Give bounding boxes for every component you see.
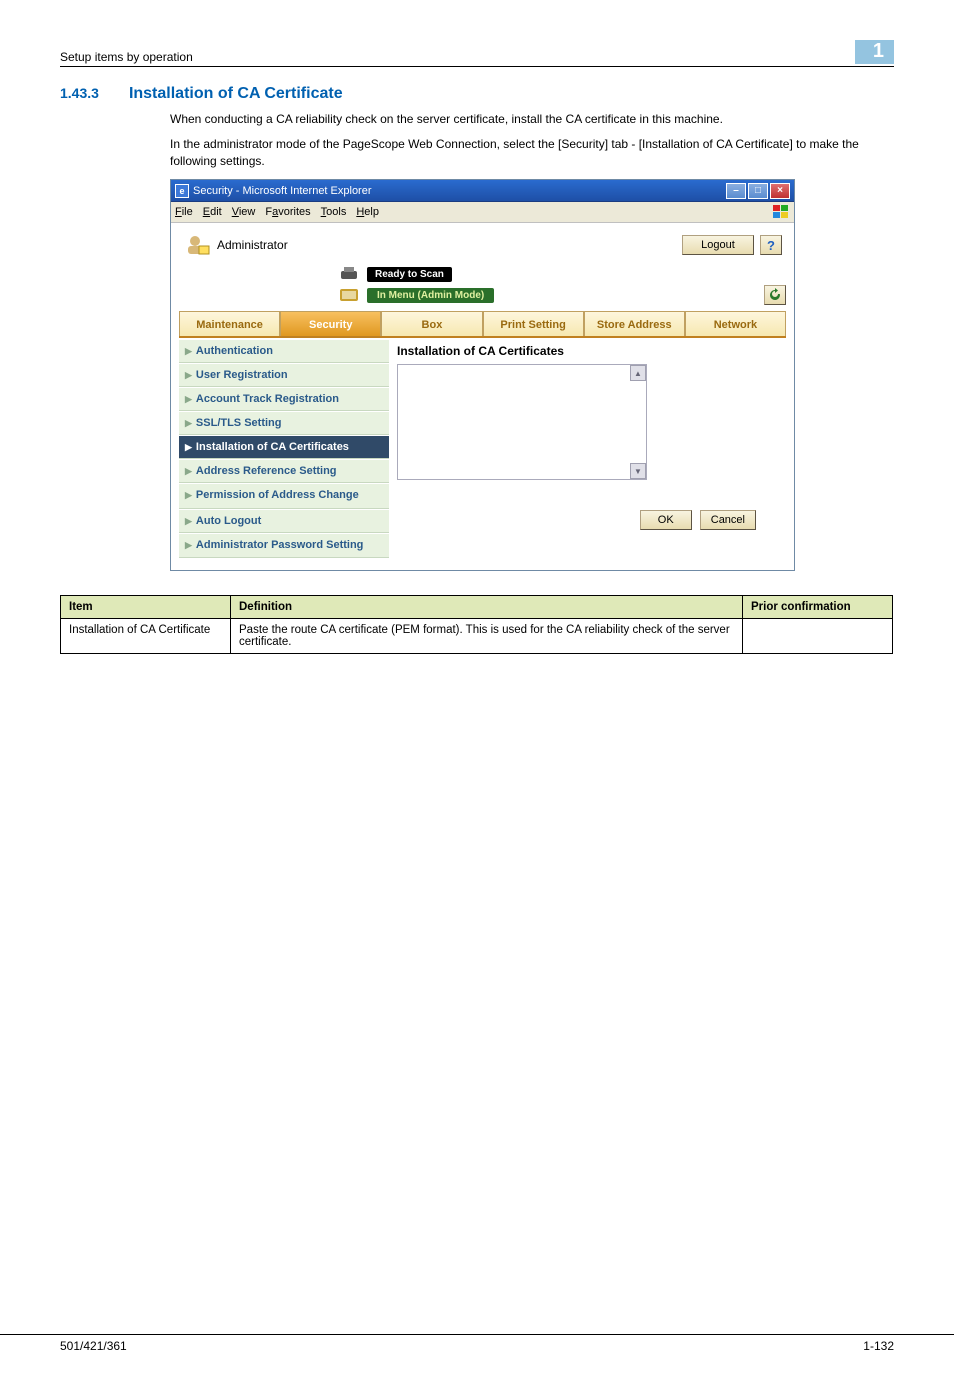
menu-edit[interactable]: Edit (203, 206, 222, 218)
sidebar-item-authentication[interactable]: ▶Authentication (179, 340, 389, 363)
ok-button[interactable]: OK (640, 510, 692, 530)
table-row: Installation of CA Certificate Paste the… (61, 618, 893, 653)
tab-maintenance[interactable]: Maintenance (179, 311, 280, 336)
printer-status-icon (339, 265, 361, 283)
sidebar-item-auto-logout[interactable]: ▶Auto Logout (179, 510, 389, 533)
admin-label: Administrator (217, 238, 288, 252)
menu-file[interactable]: File (175, 206, 193, 218)
window-minimize-button[interactable]: – (726, 183, 746, 199)
browser-menubar: File Edit View Favorites Tools Help (171, 202, 794, 223)
window-titlebar[interactable]: e Security - Microsoft Internet Explorer… (171, 180, 794, 202)
content-heading: Installation of CA Certificates (397, 340, 786, 364)
body-paragraph-2: In the administrator mode of the PageSco… (170, 136, 900, 170)
tab-print-setting[interactable]: Print Setting (483, 311, 584, 336)
side-navigation: ▶Authentication ▶User Registration ▶Acco… (179, 340, 389, 557)
admin-avatar-icon (183, 233, 211, 257)
section-title: Installation of CA Certificate (129, 85, 343, 103)
section-number: 1.43.3 (60, 85, 99, 101)
window-close-button[interactable]: × (770, 183, 790, 199)
sidebar-item-permission-address[interactable]: ▶Permission of Address Change (179, 484, 389, 508)
ie-icon: e (175, 184, 189, 198)
tab-network[interactable]: Network (685, 311, 786, 336)
table-cell-definition: Paste the route CA certificate (PEM form… (231, 618, 743, 653)
table-cell-item: Installation of CA Certificate (61, 618, 231, 653)
menu-view[interactable]: View (232, 206, 256, 218)
panel-status-icon (339, 286, 361, 304)
windows-flag-icon (772, 204, 790, 220)
window-title: Security - Microsoft Internet Explorer (193, 185, 372, 197)
window-maximize-button[interactable]: □ (748, 183, 768, 199)
tab-security[interactable]: Security (280, 311, 381, 336)
table-cell-prior (743, 618, 893, 653)
sidebar-item-admin-password[interactable]: ▶Administrator Password Setting (179, 534, 389, 558)
scroll-down-icon[interactable]: ▼ (630, 463, 646, 479)
tab-store-address[interactable]: Store Address (584, 311, 685, 336)
menu-favorites[interactable]: Favorites (265, 206, 310, 218)
sidebar-item-user-registration[interactable]: ▶User Registration (179, 364, 389, 387)
tab-box[interactable]: Box (381, 311, 482, 336)
scroll-up-icon[interactable]: ▲ (630, 365, 646, 381)
app-tabbar: Maintenance Security Box Print Setting S… (179, 311, 786, 338)
status-admin-mode-label: In Menu (Admin Mode) (367, 288, 494, 303)
refresh-icon[interactable] (764, 285, 786, 305)
table-head-prior: Prior confirmation (743, 595, 893, 618)
embedded-screenshot-window: e Security - Microsoft Internet Explorer… (170, 179, 795, 570)
sidebar-item-install-ca[interactable]: ▶Installation of CA Certificates (179, 436, 389, 459)
sidebar-item-address-reference[interactable]: ▶Address Reference Setting (179, 460, 389, 483)
definition-table: Item Definition Prior confirmation Insta… (60, 595, 893, 654)
chapter-index-badge: 1 (855, 40, 894, 64)
table-head-item: Item (61, 595, 231, 618)
cancel-button[interactable]: Cancel (700, 510, 756, 530)
body-paragraph-1: When conducting a CA reliability check o… (170, 111, 900, 128)
breadcrumb: Setup items by operation (60, 50, 193, 64)
logout-button[interactable]: Logout (682, 235, 754, 255)
menu-tools[interactable]: Tools (321, 206, 347, 218)
status-ready-label: Ready to Scan (367, 267, 452, 282)
table-head-definition: Definition (231, 595, 743, 618)
sidebar-item-account-track[interactable]: ▶Account Track Registration (179, 388, 389, 411)
help-icon[interactable]: ? (760, 235, 782, 255)
sidebar-item-ssl-tls[interactable]: ▶SSL/TLS Setting (179, 412, 389, 435)
certificate-textarea[interactable]: ▲ ▼ (397, 364, 647, 480)
menu-help[interactable]: Help (356, 206, 379, 218)
